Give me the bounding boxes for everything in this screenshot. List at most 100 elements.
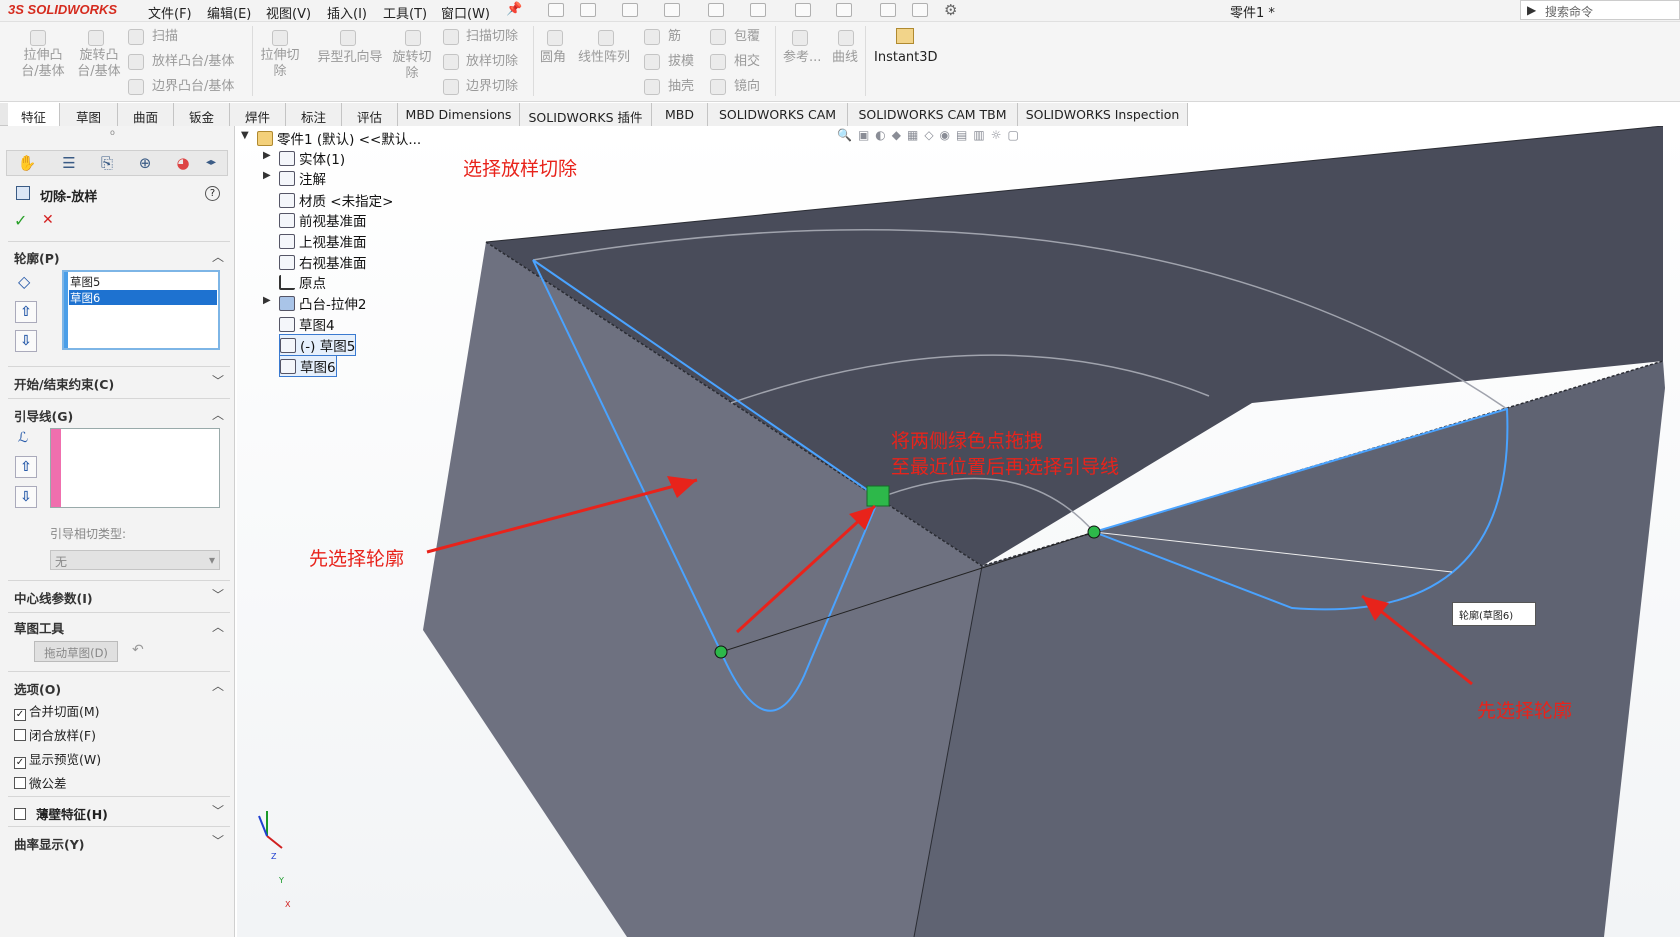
sketch-tools-title[interactable]: 草图工具	[14, 618, 64, 637]
chevron-up-icon[interactable]: ︿	[212, 677, 224, 694]
connector-handle[interactable]	[866, 485, 890, 507]
tree-sketch5[interactable]: (-) 草图5	[279, 334, 357, 356]
sweep-icon[interactable]	[128, 29, 144, 45]
chevron-up-icon[interactable]: ︿	[212, 248, 224, 265]
menu-view[interactable]: 视图(V)	[266, 3, 311, 22]
menu-window[interactable]: 窗口(W)	[441, 3, 490, 22]
guide-curves-title[interactable]: 引导线(G)	[14, 406, 73, 425]
rib-button[interactable]: 筋	[668, 29, 681, 45]
tree-sketch6[interactable]: 草图6	[279, 355, 337, 377]
guide-tangency-select[interactable]: 无 ▾	[50, 550, 220, 570]
profiles-list[interactable]: 草图5 草图6	[62, 270, 220, 350]
curves-icon[interactable]	[838, 30, 854, 46]
reference-geometry-icon[interactable]	[792, 30, 808, 46]
undo-icon[interactable]: ↶	[132, 642, 144, 658]
instant3d-icon[interactable]	[896, 28, 914, 44]
options-title[interactable]: 选项(O)	[14, 679, 61, 698]
tree-annotations[interactable]: 注解	[279, 168, 326, 188]
tree-solid-bodies[interactable]: 实体(1)	[279, 148, 345, 168]
linear-pattern-button[interactable]: 线性阵列	[578, 50, 630, 66]
revolve-cut-button[interactable]: 旋转切除	[390, 50, 434, 82]
list-item[interactable]: 草图5	[70, 274, 100, 290]
connector-point-left[interactable]	[714, 645, 728, 659]
tab-inspection[interactable]: SOLIDWORKS Inspection	[1018, 103, 1188, 126]
chevron-down-icon[interactable]: ﹀	[212, 802, 224, 819]
select-icon[interactable]	[836, 3, 852, 17]
cancel-button[interactable]: ✕	[42, 212, 54, 228]
boss-extrude-icon[interactable]	[30, 30, 46, 46]
drag-sketch-button[interactable]: 拖动草图(D)	[34, 641, 118, 662]
draft-icon[interactable]	[644, 54, 660, 70]
dimxpert-tab-icon[interactable]: ⊕	[135, 154, 155, 172]
boundary-cut-button[interactable]: 边界切除	[466, 79, 518, 95]
curves-button[interactable]: 曲线	[832, 50, 858, 66]
hole-wizard-icon[interactable]	[340, 30, 356, 46]
linear-pattern-icon[interactable]	[598, 30, 614, 46]
curvature-display-title[interactable]: 曲率显示(Y)	[14, 834, 84, 853]
tab-addins[interactable]: SOLIDWORKS 插件	[520, 103, 652, 126]
move-down-button[interactable]: ⇩	[15, 330, 37, 352]
revolve-cut-icon[interactable]	[405, 30, 421, 46]
sweep-cut-button[interactable]: 扫描切除	[466, 29, 518, 45]
boundary-boss-icon[interactable]	[128, 79, 144, 95]
tab-evaluate[interactable]: 评估	[342, 103, 398, 126]
show-preview-checkbox[interactable]: ✓ 显示预览(W)	[14, 749, 101, 769]
loft-cut-icon[interactable]	[443, 54, 459, 70]
move-down-button[interactable]: ⇩	[15, 486, 37, 508]
fillet-button[interactable]: 圆角	[540, 50, 566, 66]
config-manager-tab-icon[interactable]: ⎘	[97, 154, 117, 172]
extrude-cut-icon[interactable]	[272, 30, 288, 46]
tab-features[interactable]: 特征	[8, 103, 60, 126]
draft-button[interactable]: 拔模	[668, 54, 694, 70]
wrap-icon[interactable]	[710, 29, 726, 45]
list-item-selected[interactable]: 草图6	[69, 290, 217, 305]
undo-icon[interactable]	[750, 3, 766, 17]
search-input[interactable]: ▶ 搜索命令	[1520, 0, 1680, 20]
intersect-icon[interactable]	[710, 54, 726, 70]
mirror-icon[interactable]	[710, 79, 726, 95]
tab-sheet-metal[interactable]: 钣金	[174, 103, 230, 126]
tree-boss-extrude2[interactable]: 凸台-拉伸2	[279, 293, 366, 313]
fillet-icon[interactable]	[547, 30, 563, 46]
loft-cut-button[interactable]: 放样切除	[466, 54, 518, 70]
menu-edit[interactable]: 编辑(E)	[207, 3, 251, 22]
display-manager-tab-icon[interactable]: ◕	[173, 154, 193, 172]
close-loft-checkbox[interactable]: 闭合放样(F)	[14, 725, 96, 744]
splitter-handle[interactable]: o	[110, 128, 115, 137]
feature-manager-tab-icon[interactable]: ✋	[17, 154, 37, 172]
chevron-up-icon[interactable]: ︿	[212, 406, 224, 423]
guide-curves-list[interactable]	[50, 428, 220, 508]
merge-result-checkbox[interactable]: ✓ 合并切面(M)	[14, 701, 100, 721]
chevron-up-icon[interactable]: ︿	[212, 618, 224, 635]
tab-dimensions[interactable]: 标注	[286, 103, 342, 126]
menu-tools[interactable]: 工具(T)	[383, 3, 427, 22]
connector-point-right[interactable]	[1087, 525, 1101, 539]
boundary-cut-icon[interactable]	[443, 79, 459, 95]
boss-revolve-icon[interactable]	[88, 30, 104, 46]
tab-cam-tbm[interactable]: SOLIDWORKS CAM TBM	[848, 103, 1018, 126]
property-manager-tab-icon[interactable]: ☰	[59, 154, 79, 172]
tab-mbd-dimensions[interactable]: MBD Dimensions	[398, 103, 520, 126]
move-up-button[interactable]: ⇧	[15, 456, 37, 478]
tree-sketch4[interactable]: 草图4	[279, 314, 335, 334]
reference-geometry-button[interactable]: 参考...	[783, 50, 821, 66]
boss-extrude-button[interactable]: 拉伸凸台/基体	[18, 48, 68, 80]
move-up-button[interactable]: ⇧	[15, 301, 37, 323]
tree-top-plane[interactable]: 上视基准面	[279, 231, 367, 251]
shell-icon[interactable]	[644, 79, 660, 95]
chevron-down-icon[interactable]: ﹀	[212, 832, 224, 849]
start-end-constraints-title[interactable]: 开始/结束约束(C)	[14, 374, 114, 393]
wrap-button[interactable]: 包覆	[734, 29, 760, 45]
menu-file[interactable]: 文件(F)	[148, 3, 192, 22]
tab-mbd[interactable]: MBD	[652, 103, 708, 126]
chevron-down-icon[interactable]: ﹀	[212, 372, 224, 389]
centerline-params-title[interactable]: 中心线参数(I)	[14, 588, 93, 607]
boundary-boss-button[interactable]: 边界凸台/基体	[152, 79, 234, 95]
ok-button[interactable]: ✓	[14, 211, 27, 230]
tab-surfaces[interactable]: 曲面	[118, 103, 174, 126]
open-icon[interactable]	[622, 3, 638, 17]
expand-root[interactable]: ▼	[241, 130, 249, 141]
pin-icon[interactable]: 📌	[506, 2, 522, 17]
rib-icon[interactable]	[644, 29, 660, 45]
sweep-cut-icon[interactable]	[443, 29, 459, 45]
